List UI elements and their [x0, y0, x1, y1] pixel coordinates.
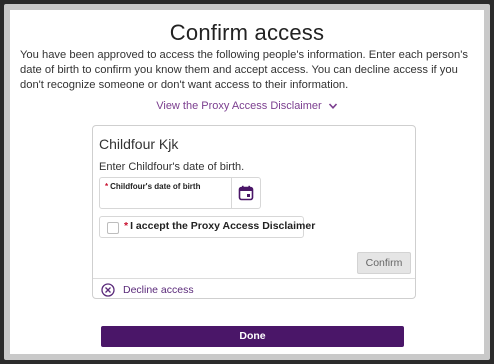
calendar-icon: [238, 185, 254, 201]
circle-x-icon: [101, 283, 115, 297]
window-frame: Confirm access You have been approved to…: [4, 4, 490, 360]
accept-label-text: I accept the Proxy Access Disclaimer: [130, 220, 316, 232]
required-marker: *: [124, 220, 129, 232]
view-disclaimer-label: View the Proxy Access Disclaimer: [156, 100, 322, 112]
proxy-card: Childfour Kjk Enter Childfour's date of …: [92, 125, 416, 299]
dob-field[interactable]: * Childfour's date of birth: [99, 177, 261, 209]
person-name: Childfour Kjk: [99, 136, 179, 152]
dob-label-text: Childfour's date of birth: [110, 182, 201, 191]
done-button[interactable]: Done: [101, 326, 404, 347]
decline-label: Decline access: [123, 284, 194, 296]
accept-disclaimer-control[interactable]: * I accept the Proxy Access Disclaimer: [99, 216, 315, 238]
confirm-access-modal: Confirm access You have been approved to…: [10, 10, 484, 354]
accept-label: * I accept the Proxy Access Disclaimer: [124, 220, 315, 232]
confirm-button[interactable]: Confirm: [357, 252, 411, 274]
divider: [93, 278, 415, 279]
calendar-button[interactable]: [231, 178, 260, 208]
dob-prompt: Enter Childfour's date of birth.: [99, 161, 245, 173]
required-marker: *: [105, 182, 109, 191]
intro-text: You have been approved to access the fol…: [20, 49, 468, 91]
page-title: Confirm access: [169, 20, 325, 45]
view-disclaimer-link[interactable]: View the Proxy Access Disclaimer: [10, 100, 484, 112]
decline-access-link[interactable]: Decline access: [101, 283, 194, 297]
accept-checkbox[interactable]: [107, 222, 119, 234]
chevron-down-icon: [328, 103, 337, 110]
dob-field-label: * Childfour's date of birth: [105, 182, 200, 191]
